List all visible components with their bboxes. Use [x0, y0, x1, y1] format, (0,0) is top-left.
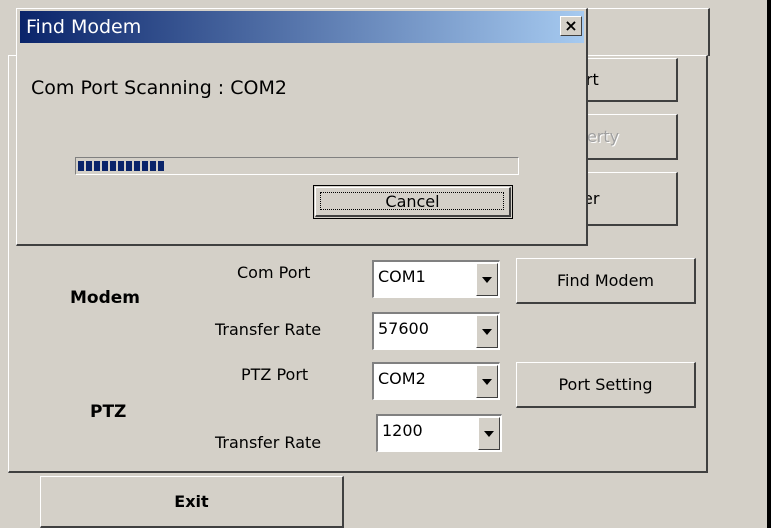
ptz-port-value: COM2	[378, 369, 426, 388]
chevron-down-icon[interactable]	[476, 365, 498, 398]
progress-segment	[142, 161, 148, 171]
close-icon[interactable]: ×	[560, 16, 582, 36]
progress-fill	[78, 161, 164, 171]
find-modem-button[interactable]: Find Modem	[516, 258, 696, 304]
ptz-transfer-rate-value: 1200	[382, 421, 423, 440]
port-setting-button-label: Port Setting	[558, 375, 653, 394]
modem-group-label: Modem	[70, 288, 141, 308]
com-port-value: COM1	[378, 267, 426, 286]
dialog-title: Find Modem	[26, 16, 142, 38]
ptz-group-label: PTZ	[90, 402, 127, 422]
modem-transfer-rate-select[interactable]: 57600	[372, 312, 500, 350]
dialog-titlebar[interactable]: Find Modem	[20, 11, 584, 43]
port-setting-button[interactable]: Port Setting	[516, 362, 696, 408]
find-modem-button-label: Find Modem	[556, 271, 655, 290]
find-modem-dialog: Find Modem × Com Port Scanning : COM2 Ca…	[16, 8, 588, 246]
chevron-down-icon[interactable]	[476, 263, 498, 296]
exit-button-label: Exit	[174, 492, 209, 511]
cancel-button-face: Cancel	[315, 187, 511, 217]
window-edge	[767, 0, 771, 528]
com-port-label: Com Port	[237, 263, 311, 282]
ptz-port-label: PTZ Port	[241, 365, 309, 384]
progress-segment	[158, 161, 164, 171]
ptz-transfer-rate-label: Transfer Rate	[215, 433, 322, 452]
scan-status-text: Com Port Scanning : COM2	[31, 77, 287, 99]
scan-progress-bar	[75, 157, 519, 175]
close-glyph: ×	[564, 16, 578, 35]
progress-segment	[150, 161, 156, 171]
ptz-transfer-rate-select[interactable]: 1200	[376, 414, 502, 452]
progress-segment	[78, 161, 84, 171]
chevron-down-icon[interactable]	[476, 315, 498, 348]
chevron-down-icon[interactable]	[478, 417, 500, 450]
focus-rect	[320, 192, 504, 210]
ptz-port-select[interactable]: COM2	[372, 362, 500, 400]
progress-segment	[134, 161, 140, 171]
progress-segment	[110, 161, 116, 171]
progress-segment	[102, 161, 108, 171]
modem-transfer-rate-value: 57600	[378, 319, 429, 338]
exit-button[interactable]: Exit	[40, 476, 344, 528]
progress-segment	[86, 161, 92, 171]
com-port-select[interactable]: COM1	[372, 260, 500, 298]
cancel-button[interactable]: Cancel	[313, 185, 513, 219]
modem-transfer-rate-label: Transfer Rate	[215, 320, 322, 339]
progress-segment	[94, 161, 100, 171]
progress-segment	[126, 161, 132, 171]
progress-segment	[118, 161, 124, 171]
